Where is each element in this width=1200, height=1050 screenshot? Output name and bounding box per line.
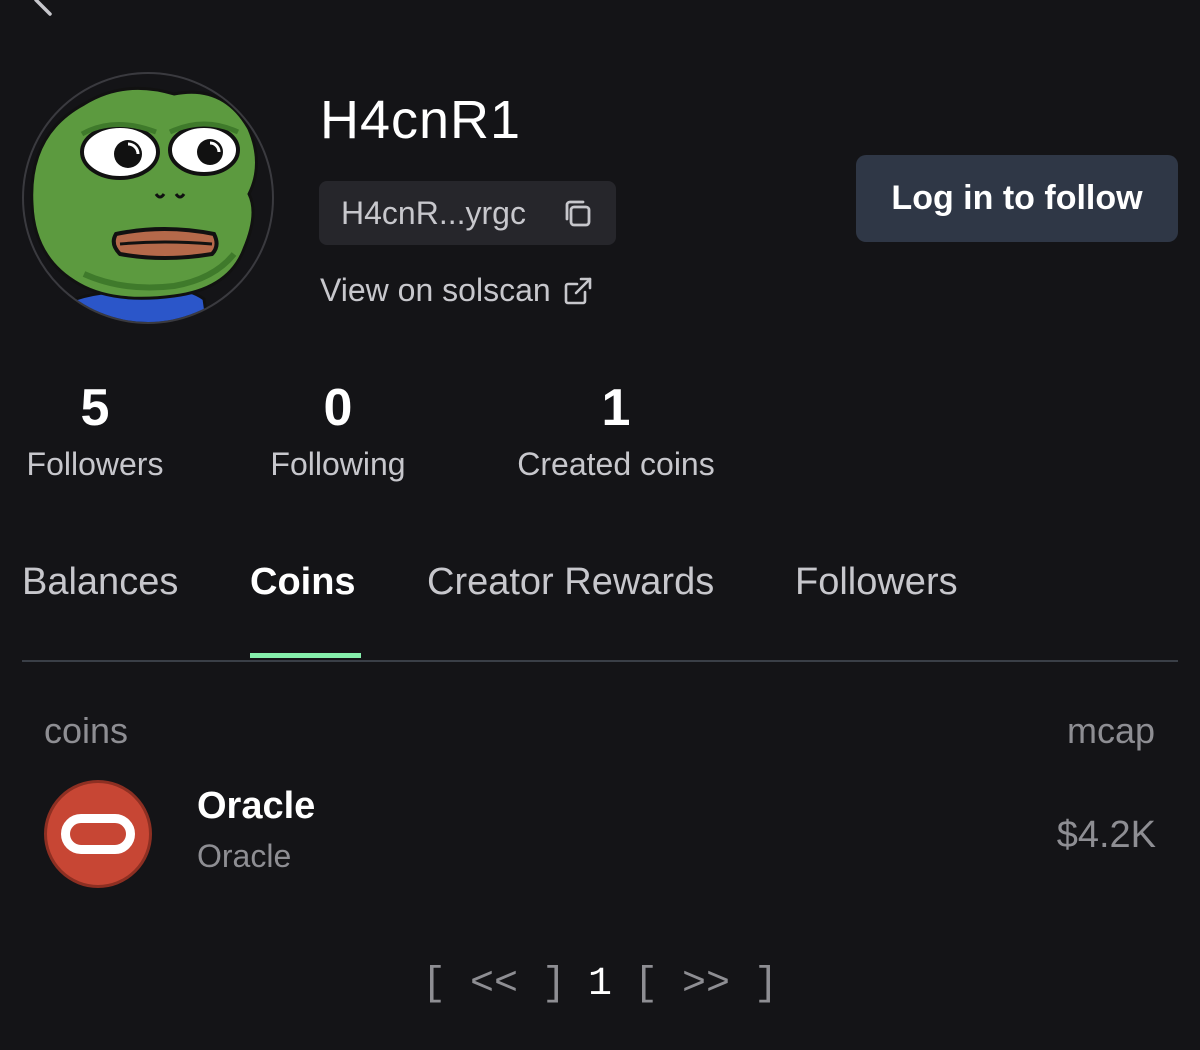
pagination: [ << ] 1 [ >> ]: [0, 962, 1200, 1007]
tab-balances[interactable]: Balances: [22, 555, 178, 609]
external-link-icon: [564, 277, 591, 304]
log-in-to-follow-button[interactable]: Log in to follow: [856, 155, 1178, 242]
stat-value: 5: [80, 379, 110, 437]
stat-followers[interactable]: 5 Followers: [22, 378, 168, 483]
avatar-frog-image: [30, 86, 258, 322]
pagination-next-button[interactable]: [ >> ]: [634, 962, 778, 1007]
pagination-current-page: 1: [587, 962, 612, 1007]
coin-mcap: $4.2K: [1056, 814, 1156, 856]
stat-label: Followers: [26, 446, 164, 482]
oracle-logo-ring: [61, 814, 135, 854]
coin-name: Oracle: [197, 785, 316, 827]
stat-value: 1: [601, 379, 631, 437]
stat-label: Created coins: [517, 446, 715, 482]
column-header-coins: coins: [44, 710, 129, 751]
address-copy-chip[interactable]: H4cnR...yrgc: [319, 181, 616, 245]
copy-icon[interactable]: [561, 197, 595, 231]
solscan-link-label: View on solscan: [320, 272, 551, 308]
stat-created-coins[interactable]: 1 Created coins: [508, 378, 724, 483]
active-tab-indicator: [250, 653, 361, 658]
solscan-link[interactable]: View on solscan: [320, 272, 593, 309]
profile-tabs: Balances Coins Creator Rewards Followers: [22, 555, 1178, 662]
profile-page: H4cnR1 H4cnR...yrgc View on solscan Log …: [0, 0, 1200, 1050]
oracle-logo-icon: [44, 780, 152, 888]
stat-value: 0: [323, 379, 353, 437]
tab-coins[interactable]: Coins: [250, 555, 356, 609]
stat-following[interactable]: 0 Following: [264, 378, 412, 483]
coin-ticker: Oracle: [197, 838, 292, 874]
coin-row[interactable]: Oracle Oracle $4.2K: [22, 770, 1178, 900]
stat-label: Following: [270, 446, 406, 482]
username: H4cnR1: [320, 90, 522, 150]
tab-creator-rewards[interactable]: Creator Rewards: [427, 555, 714, 609]
column-header-mcap: mcap: [1066, 710, 1155, 751]
tab-followers[interactable]: Followers: [795, 555, 958, 609]
wallet-address: H4cnR...yrgc: [341, 194, 526, 231]
chevron-left-icon[interactable]: [26, 0, 62, 18]
pagination-prev-button[interactable]: [ << ]: [422, 962, 566, 1007]
avatar: [22, 72, 274, 324]
